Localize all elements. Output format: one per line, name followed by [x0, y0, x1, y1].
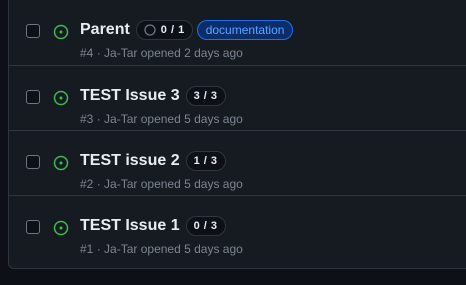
issue-number: #1 [80, 242, 94, 256]
sub-issue-progress-text: 0 / 1 [160, 24, 185, 36]
issue-title-line: TEST issue 2 1 / 3 [80, 150, 226, 172]
issue-author-link[interactable]: Ja-Tar [104, 242, 137, 256]
issue-opened-icon [53, 90, 69, 106]
sub-issue-progress-text: 0 / 3 [193, 220, 218, 232]
label-documentation[interactable]: documentation [196, 20, 294, 40]
issue-meta: #1 · Ja-Tar opened 5 days ago [80, 242, 243, 256]
issue-title-line: Parent 0 / 1 documentation [80, 19, 294, 41]
issue-opened-text: opened 5 days ago [140, 177, 243, 191]
issue-meta: #4 · Ja-Tar opened 2 days ago [80, 46, 243, 60]
issue-select-checkbox[interactable] [26, 220, 40, 234]
issue-title-link[interactable]: TEST Issue 1 [80, 215, 180, 237]
issue-opened-icon [53, 155, 69, 171]
issue-row[interactable]: TEST Issue 3 3 / 3 #3 · Ja-Tar opened 5 … [9, 65, 466, 130]
issue-select-checkbox[interactable] [26, 24, 40, 38]
issue-row[interactable]: Parent 0 / 1 documentation #4 · Ja-Tar o… [9, 0, 466, 65]
issue-opened-text: opened 2 days ago [140, 46, 243, 60]
sub-issue-progress-badge[interactable]: 3 / 3 [185, 86, 226, 106]
meta-separator: · [96, 46, 101, 60]
issue-title-line: TEST Issue 3 3 / 3 [80, 85, 226, 107]
issue-row[interactable]: TEST issue 2 1 / 3 #2 · Ja-Tar opened 5 … [9, 130, 466, 195]
sub-issue-progress-badge[interactable]: 0 / 3 [185, 216, 226, 236]
meta-separator: · [96, 242, 101, 256]
issue-opened-text: opened 5 days ago [140, 242, 243, 256]
issue-select-checkbox[interactable] [26, 90, 40, 104]
issue-select-checkbox[interactable] [26, 155, 40, 169]
issue-opened-icon [53, 24, 69, 40]
issue-list: Parent 0 / 1 documentation #4 · Ja-Tar o… [8, 0, 466, 269]
issue-opened-text: opened 5 days ago [140, 112, 243, 126]
issue-number: #2 [80, 177, 94, 191]
sub-issue-progress-badge[interactable]: 1 / 3 [185, 151, 226, 171]
issue-title-link[interactable]: TEST Issue 3 [80, 85, 180, 107]
sub-issue-progress-badge[interactable]: 0 / 1 [135, 20, 193, 40]
issue-author-link[interactable]: Ja-Tar [104, 46, 137, 60]
issue-number: #4 [80, 46, 94, 60]
issue-row[interactable]: TEST Issue 1 0 / 3 #1 · Ja-Tar opened 5 … [9, 195, 466, 260]
issue-opened-icon [53, 220, 69, 236]
progress-ring-icon [144, 24, 156, 36]
issue-meta: #2 · Ja-Tar opened 5 days ago [80, 177, 243, 191]
issue-meta: #3 · Ja-Tar opened 5 days ago [80, 112, 243, 126]
issue-title-link[interactable]: TEST issue 2 [80, 150, 180, 172]
sub-issue-progress-text: 3 / 3 [193, 90, 218, 102]
issue-author-link[interactable]: Ja-Tar [104, 177, 137, 191]
issue-number: #3 [80, 112, 94, 126]
issue-title-line: TEST Issue 1 0 / 3 [80, 215, 226, 237]
meta-separator: · [96, 177, 101, 191]
issue-title-link[interactable]: Parent [80, 19, 130, 41]
sub-issue-progress-text: 1 / 3 [193, 155, 218, 167]
issue-author-link[interactable]: Ja-Tar [104, 112, 137, 126]
meta-separator: · [96, 112, 101, 126]
